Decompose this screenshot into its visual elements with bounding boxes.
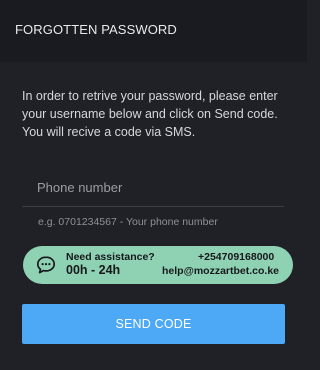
assistance-hours: 00h - 24h [66, 263, 121, 277]
send-code-button[interactable]: SEND CODE [22, 304, 285, 344]
assistance-label: Need assistance? [66, 251, 155, 263]
modal-title: FORGOTTEN PASSWORD [15, 22, 177, 37]
phone-number-input[interactable] [22, 170, 284, 204]
assistance-phone-link[interactable]: +254709168000 [198, 251, 274, 263]
assistance-banner: Need assistance? 00h - 24h +254709168000… [23, 246, 293, 284]
assistance-email-link[interactable]: help@mozzartbet.co.ke [162, 265, 279, 277]
chat-bubble-icon [36, 255, 56, 275]
instructions-text: In order to retrive your password, pleas… [22, 89, 278, 139]
modal-header: FORGOTTEN PASSWORD [0, 0, 307, 62]
phone-hint: e.g. 0701234567 - Your phone number [38, 216, 218, 228]
phone-field [22, 170, 284, 207]
forgot-password-modal: FORGOTTEN PASSWORD In order to retrive y… [0, 0, 307, 370]
